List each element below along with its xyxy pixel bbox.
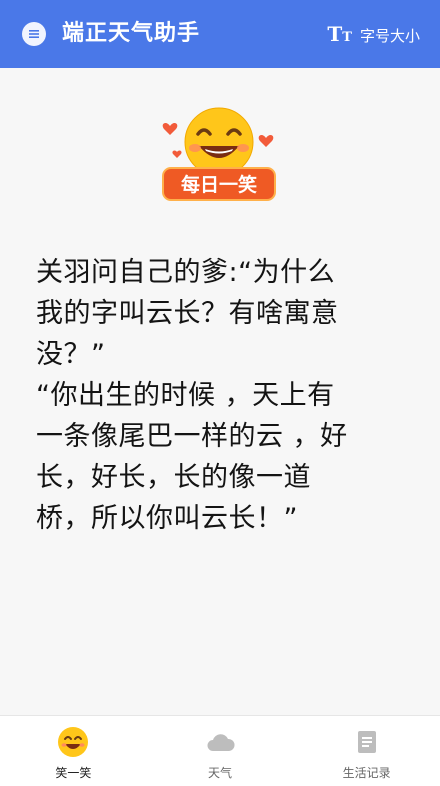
app-title: 端正天气助手 xyxy=(62,21,201,46)
font-size-label: 字号大小 xyxy=(359,27,420,45)
nav-label: 天气 xyxy=(208,766,233,780)
font-size-icon: TT xyxy=(327,22,352,46)
bottom-navigation: 笑一笑 天气 生活记录 xyxy=(0,715,440,786)
joke-line: 一条像尾巴一样的云 ，好 xyxy=(36,421,348,452)
joke-line: “你出生的时候 ，天上有 xyxy=(36,380,335,411)
nav-label: 生活记录 xyxy=(342,766,391,780)
smiley-icon xyxy=(57,726,89,758)
joke-line: 关羽问自己的爹:“为什么 xyxy=(36,257,336,288)
menu-button[interactable] xyxy=(22,22,46,46)
joke-line: 桥，所以你叫云长！” xyxy=(36,503,298,534)
joke-text: 关羽问自己的爹:“为什么 我的字叫云长？有啥寓意 没？” “你出生的时候 ，天上… xyxy=(36,252,416,539)
joke-line: 我的字叫云长？有啥寓意 xyxy=(36,298,339,329)
nav-label: 笑一笑 xyxy=(55,766,92,780)
nav-item-weather[interactable]: 天气 xyxy=(147,716,294,786)
menu-icon xyxy=(29,30,39,38)
document-icon xyxy=(351,726,383,758)
badge-label: 每日一笑 xyxy=(181,173,257,196)
nav-item-life-record[interactable]: 生活记录 xyxy=(293,716,440,786)
top-app-bar: 端正天气助手 TT 字号大小 xyxy=(0,0,440,68)
nav-item-laugh[interactable]: 笑一笑 xyxy=(0,716,147,786)
font-size-button[interactable]: TT 字号大小 xyxy=(327,20,420,52)
cloud-icon xyxy=(204,726,236,758)
joke-line: 长，好长，长的像一道 xyxy=(36,462,311,493)
joke-line: 没？” xyxy=(36,339,106,370)
smiley-face-icon xyxy=(184,107,254,177)
daily-joke-badge: 每日一笑 xyxy=(158,104,280,204)
